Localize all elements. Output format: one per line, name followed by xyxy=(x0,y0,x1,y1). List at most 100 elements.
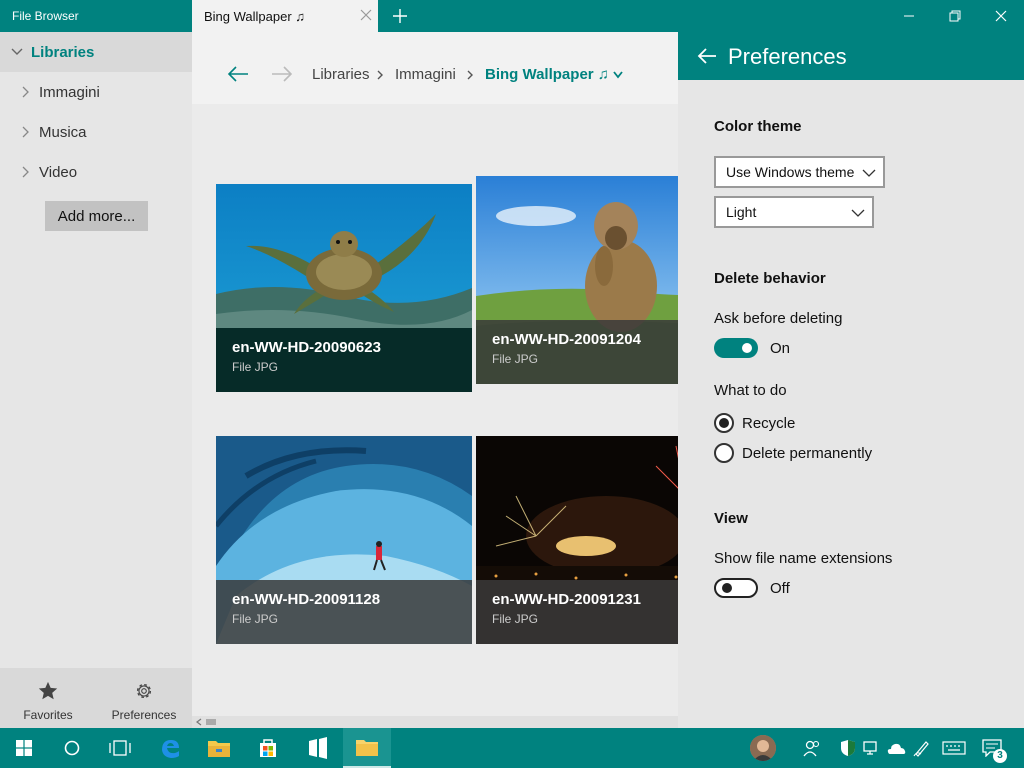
notification-count-badge: 3 xyxy=(993,749,1007,763)
keyboard-button[interactable] xyxy=(940,736,968,760)
radio-dot xyxy=(719,418,729,428)
preferences-header: Preferences xyxy=(678,32,1024,80)
edge-icon xyxy=(162,740,179,758)
tile-caption: en-WW-HD-20091204 File JPG xyxy=(476,320,678,384)
show-extensions-label: Show file name extensions xyxy=(714,550,893,567)
file-type: File JPG xyxy=(492,612,539,626)
file-name: en-WW-HD-20091204 xyxy=(492,331,641,348)
file-grid: en-WW-HD-20090623 File JPG en-WW-HD-2009… xyxy=(192,104,678,716)
search-button[interactable] xyxy=(48,728,96,768)
gear-icon xyxy=(136,683,152,699)
chevron-right-icon xyxy=(377,70,383,80)
avatar[interactable] xyxy=(750,735,776,761)
preferences-button[interactable]: Preferences xyxy=(96,668,192,728)
chevron-right-icon xyxy=(22,166,29,178)
close-icon[interactable] xyxy=(358,7,374,23)
network-button[interactable] xyxy=(860,736,884,760)
start-button[interactable] xyxy=(0,728,48,768)
chevron-right-icon xyxy=(22,126,29,138)
minimize-button[interactable] xyxy=(886,0,932,32)
toggle-knob xyxy=(742,343,752,353)
file-tile[interactable]: en-WW-HD-20091231 File JPG xyxy=(476,436,678,644)
recycle-label[interactable]: Recycle xyxy=(742,415,795,432)
star-icon xyxy=(38,681,58,700)
tile-caption: en-WW-HD-20090623 File JPG xyxy=(216,328,472,392)
back-arrow-icon[interactable] xyxy=(696,46,718,66)
cortana-icon xyxy=(64,740,80,756)
sidebar-item-label: Immagini xyxy=(39,84,100,101)
file-tile[interactable]: en-WW-HD-20091128 File JPG xyxy=(216,436,472,644)
toggle-knob xyxy=(722,583,732,593)
delete-permanently-radio[interactable] xyxy=(714,443,734,463)
close-icon xyxy=(995,10,1007,22)
security-button[interactable] xyxy=(836,736,860,760)
file-name: en-WW-HD-20090623 xyxy=(232,339,381,356)
chevron-down-icon xyxy=(11,48,23,55)
cloud-icon xyxy=(887,743,906,754)
recycle-radio[interactable] xyxy=(714,413,734,433)
tile-caption: en-WW-HD-20091231 File JPG xyxy=(476,580,678,644)
chevron-down-icon[interactable] xyxy=(612,70,624,80)
keyboard-icon xyxy=(942,741,966,755)
back-arrow-icon[interactable] xyxy=(226,64,250,84)
file-tile[interactable]: en-WW-HD-20090623 File JPG xyxy=(216,184,472,392)
sidebar-item-label: Libraries xyxy=(31,44,95,61)
sidebar-footer: Favorites Preferences xyxy=(0,668,192,728)
sidebar-item-label: Musica xyxy=(39,124,87,141)
theme-mode-select-value: Light xyxy=(726,204,757,220)
sidebar-item-video[interactable]: Video xyxy=(0,152,192,192)
ask-before-deleting-toggle[interactable] xyxy=(714,338,758,358)
add-more-button[interactable]: Add more... xyxy=(45,201,148,231)
user-photo-icon xyxy=(750,735,776,761)
delete-permanently-label[interactable]: Delete permanently xyxy=(742,445,872,462)
breadcrumb-libraries[interactable]: Libraries xyxy=(312,66,370,83)
sidebar-item-immagini[interactable]: Immagini xyxy=(0,72,192,112)
theme-mode-select[interactable]: Light xyxy=(714,196,874,228)
file-name: en-WW-HD-20091128 xyxy=(232,591,381,608)
file-type: File JPG xyxy=(232,612,279,626)
show-extensions-toggle[interactable] xyxy=(714,578,758,598)
forward-arrow-icon[interactable] xyxy=(270,64,294,84)
plus-icon[interactable] xyxy=(390,6,410,26)
favorites-button[interactable]: Favorites xyxy=(0,668,96,728)
sidebar-item-libraries[interactable]: Libraries xyxy=(0,32,192,72)
file-browser-taskbar-button[interactable] xyxy=(343,728,391,768)
horizontal-scrollbar[interactable] xyxy=(192,716,678,728)
people-button[interactable] xyxy=(800,736,824,760)
tab-bing-wallpaper[interactable]: Bing Wallpaper ♫ xyxy=(192,0,378,32)
sidebar: Libraries Immagini Musica Video Add more… xyxy=(0,32,192,728)
edge-button[interactable] xyxy=(146,728,194,768)
show-extensions-state: Off xyxy=(770,580,790,597)
ask-before-deleting-label: Ask before deleting xyxy=(714,310,843,327)
network-icon xyxy=(863,741,877,755)
breadcrumb-current[interactable]: Bing Wallpaper ♫ xyxy=(485,66,609,83)
task-view-button[interactable] xyxy=(96,728,144,768)
folder-icon xyxy=(208,741,230,757)
close-window-button[interactable] xyxy=(978,0,1024,32)
sidebar-item-label: Video xyxy=(39,164,78,181)
tab-label: Bing Wallpaper ♫ xyxy=(204,9,306,24)
file-explorer-button[interactable] xyxy=(195,728,243,768)
view-title: View xyxy=(714,510,748,527)
pen-workspace-button[interactable] xyxy=(910,736,934,760)
file-name: en-WW-HD-20091231 xyxy=(492,591,641,608)
file-type: File JPG xyxy=(492,352,539,366)
chevron-down-icon xyxy=(862,169,876,177)
chevron-left-icon[interactable] xyxy=(195,718,203,726)
app-button[interactable] xyxy=(294,728,342,768)
breadcrumb-immagini[interactable]: Immagini xyxy=(395,66,456,83)
restore-icon xyxy=(949,10,961,22)
restore-button[interactable] xyxy=(932,0,978,32)
main-panel: Libraries Immagini Bing Wallpaper ♫ en-W… xyxy=(192,32,678,728)
sidebar-item-musica[interactable]: Musica xyxy=(0,112,192,152)
window-app-icon xyxy=(309,737,327,759)
onedrive-button[interactable] xyxy=(884,736,908,760)
theme-select[interactable]: Use Windows theme xyxy=(714,156,885,188)
store-button[interactable] xyxy=(244,728,292,768)
windows-logo-icon xyxy=(16,740,32,756)
scrollbar-thumb[interactable] xyxy=(206,719,216,725)
people-icon xyxy=(803,740,820,757)
preferences-pane: Preferences Color theme Use Windows them… xyxy=(678,32,1024,728)
file-tile[interactable]: en-WW-HD-20091204 File JPG xyxy=(476,176,678,384)
preferences-label: Preferences xyxy=(111,708,177,722)
